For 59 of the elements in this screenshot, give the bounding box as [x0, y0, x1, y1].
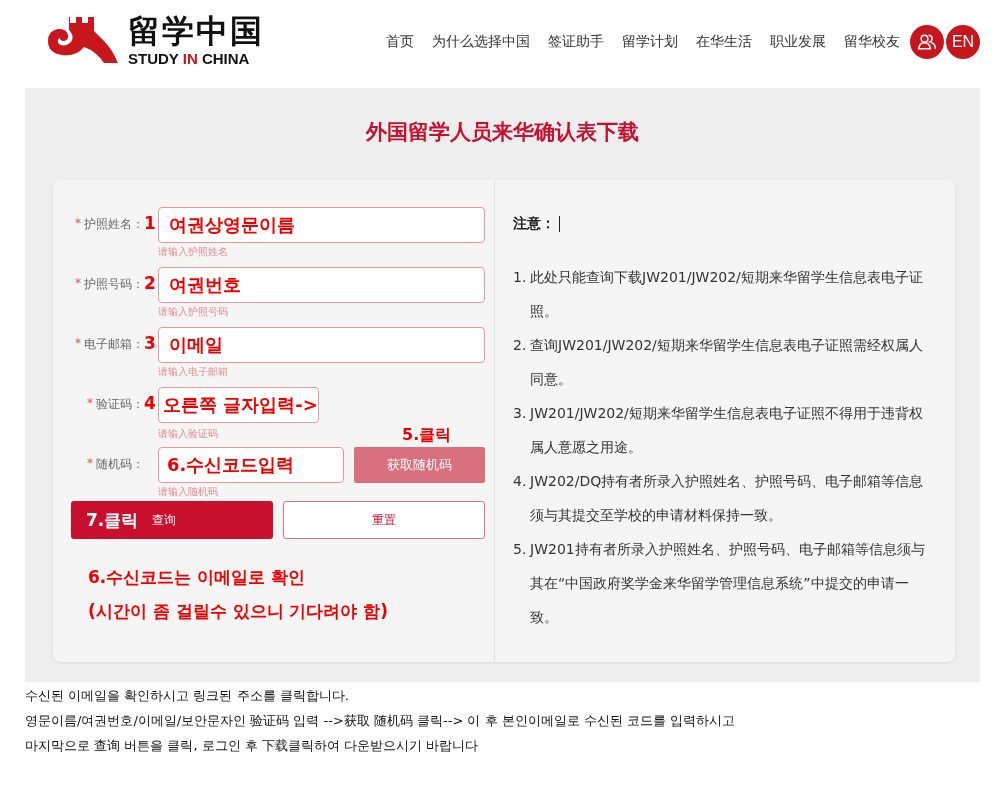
- instruction-text: 수신된 이메일을 확인하시고 링크된 주소를 클릭합니다.: [25, 687, 350, 705]
- button-label: 查询: [152, 511, 177, 529]
- page-title: 外国留学人员来华确认表下载: [364, 119, 640, 146]
- field-label: 护照姓名：: [84, 216, 144, 233]
- nav-link[interactable]: 在华生活: [696, 33, 752, 51]
- notice-text: JW202/DQ持有者所录入护照姓名、护照号码、电子邮箱等信息须与其提交至学校的申请材料保持一致。: [530, 472, 925, 525]
- input-field[interactable]: 6.수신코드입력: [158, 447, 344, 483]
- input-field[interactable]: 여권상영문이름: [158, 207, 485, 243]
- field-label: 验证码：: [96, 396, 144, 413]
- instruction-text: 영문이름/여권번호/이메일/보안문자인 验证码 입력 -->获取 随机码 클릭--> 이 후 본인이메일로 수신된 코드를 입력하시고: [25, 712, 737, 730]
- logo-title: 留学中国: [128, 11, 264, 50]
- required-mark: *: [87, 396, 93, 410]
- logo-subtitle: STUDY IN CHINA: [128, 49, 251, 67]
- language-button[interactable]: EN: [946, 25, 980, 59]
- required-mark: *: [75, 276, 81, 290]
- notice-title: 注意：: [513, 215, 555, 233]
- field-label: 随机码：: [96, 456, 144, 473]
- required-mark: *: [75, 336, 81, 350]
- notice-text: 此处只能查询下载JW201/JW202/短期来华留学生信息表电子证照。: [530, 268, 924, 321]
- input-field[interactable]: 이메일: [158, 327, 485, 363]
- user-icon[interactable]: [910, 25, 944, 59]
- nav-link[interactable]: 首页: [386, 33, 414, 51]
- nav-link[interactable]: 留学计划: [622, 33, 678, 51]
- input-field[interactable]: 오른쪽 글자입력->: [158, 387, 319, 423]
- input-field[interactable]: 여권번호: [158, 267, 485, 303]
- notice-text: JW201持有者所录入护照姓名、护照号码、电子邮箱等信息须与其在“中国政府奖学金来华留学管理信息系统”中提交的申请一致。: [530, 540, 926, 627]
- nav-link[interactable]: 签证助手: [548, 33, 604, 51]
- field-hint: 请输入护照号码: [158, 305, 229, 319]
- item-number: 4.: [513, 472, 528, 491]
- notice-text: 查询JW201/JW202/短期来华留学生信息表电子证照需经权属人同意。: [530, 336, 924, 389]
- step-note: 5.클릭: [402, 425, 452, 446]
- step-number: 4: [144, 393, 156, 413]
- item-number: 2.: [513, 336, 528, 355]
- field-label: 电子邮箱：: [84, 336, 144, 353]
- field-hint: 请输入随机码: [158, 485, 219, 499]
- query-button[interactable]: 7.클릭 查询: [71, 501, 273, 539]
- notice-text: JW201/JW202/短期来华留学生信息表电子证照不得用于违背权属人意愿之用途。: [530, 404, 924, 457]
- step-number: 2: [144, 273, 156, 293]
- step-number: 1: [144, 213, 156, 233]
- nav-link[interactable]: 为什么选择中国: [432, 33, 530, 51]
- instruction-text: 마지막으로 查询 버튼을 클릭, 로그인 후 下载클릭하여 다운받으시기 바랍니다: [25, 737, 480, 755]
- text-cursor: [559, 216, 560, 232]
- item-number: 5.: [513, 540, 528, 559]
- field-hint: 请输入电子邮箱: [158, 365, 229, 379]
- get-code-button[interactable]: 获取随机码: [354, 447, 485, 483]
- annotation-text: 6.수신코드는 이메일로 확인: [88, 566, 307, 589]
- field-hint: 请输入护照姓名: [158, 245, 229, 259]
- item-number: 1.: [513, 268, 528, 287]
- required-mark: *: [75, 216, 81, 230]
- step-note: 7.클릭: [86, 508, 139, 532]
- nav-link[interactable]: 职业发展: [770, 33, 826, 51]
- reset-button[interactable]: 重置: [283, 501, 485, 539]
- annotation-text: (시간이 좀 걸릴수 있으니 기다려야 함): [88, 600, 390, 623]
- required-mark: *: [87, 456, 93, 470]
- field-label: 护照号码：: [84, 276, 144, 293]
- nav-link[interactable]: 留华校友: [844, 33, 900, 51]
- step-number: 3: [144, 333, 156, 353]
- field-hint: 请输入验证码: [158, 427, 219, 441]
- item-number: 3.: [513, 404, 528, 423]
